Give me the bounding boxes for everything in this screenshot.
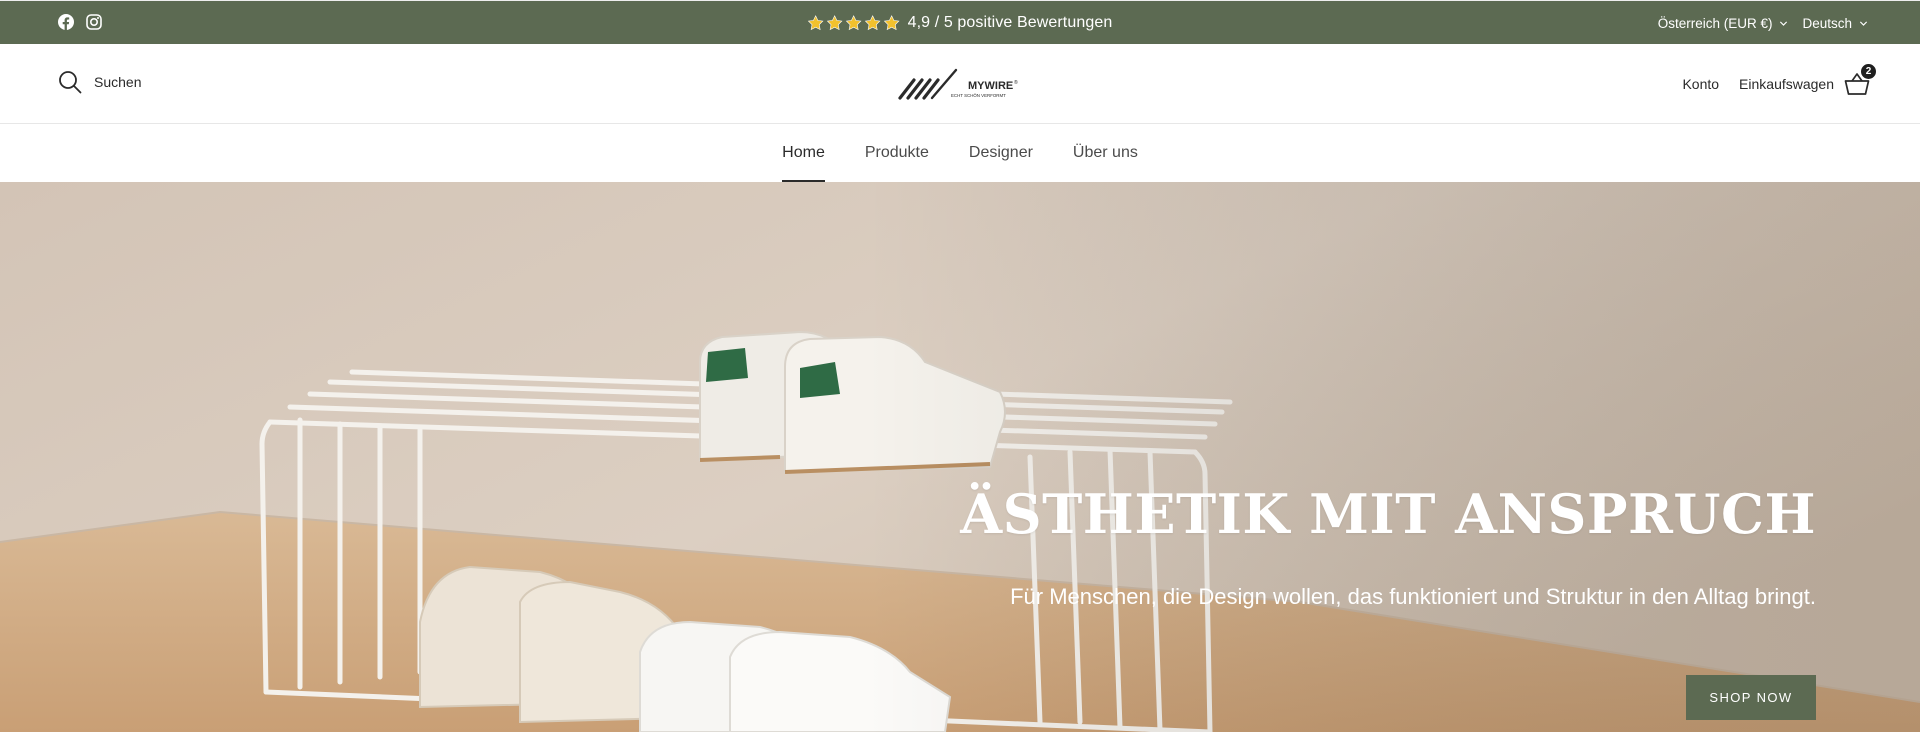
chevron-down-icon	[1859, 20, 1868, 26]
svg-text:ECHT SCHÖN VERFORMT: ECHT SCHÖN VERFORMT	[951, 93, 1006, 98]
svg-text:®: ®	[1014, 79, 1018, 86]
nav-item-home[interactable]: Home	[782, 124, 825, 182]
search-label: Suchen	[94, 74, 142, 90]
hero-title: ÄSTHETIK MIT ANSPRUCH	[960, 482, 1816, 546]
star-icon	[864, 15, 881, 31]
chevron-down-icon	[1780, 20, 1788, 26]
facebook-icon[interactable]	[58, 14, 74, 30]
logo[interactable]: MYWIRE ® ECHT SCHÖN VERFORMT	[898, 62, 1028, 106]
rating-stars	[807, 15, 900, 31]
cart-button[interactable]: Einkaufswagen 2	[1739, 64, 1876, 96]
cart-icon-wrap: 2	[1844, 64, 1876, 96]
hero-subtitle: Für Menschen, die Design wollen, das fun…	[1010, 584, 1816, 609]
announcement-bar: 4,9 / 5 positive Bewertungen Österreich …	[0, 0, 1920, 44]
search-button[interactable]: Suchen	[58, 70, 141, 94]
shop-now-button[interactable]: SHOP NOW	[1686, 675, 1816, 720]
social-links	[58, 14, 102, 30]
nav-item-designer[interactable]: Designer	[969, 124, 1033, 182]
svg-text:MYWIRE: MYWIRE	[968, 80, 1013, 92]
locale-selectors: Österreich (EUR €) Deutsch	[1658, 1, 1868, 45]
star-icon	[826, 15, 843, 31]
main-nav: Home Produkte Designer Über uns	[0, 124, 1920, 182]
nav-item-produkte[interactable]: Produkte	[865, 124, 929, 182]
country-selector[interactable]: Österreich (EUR €)	[1658, 16, 1789, 31]
header-actions: Konto Einkaufswagen 2	[1682, 44, 1876, 124]
instagram-icon[interactable]	[86, 14, 102, 30]
cart-count-badge: 2	[1861, 64, 1876, 79]
language-selector-label: Deutsch	[1802, 15, 1852, 31]
star-icon	[807, 15, 824, 31]
star-icon	[883, 15, 900, 31]
search-icon	[59, 71, 82, 94]
site-header: Suchen MYWIRE ® ECHT SCHÖN VERFORMT Kont…	[0, 44, 1920, 124]
hero-banner: ÄSTHETIK MIT ANSPRUCH Für Menschen, die …	[0, 182, 1920, 732]
mywire-logo: MYWIRE ® ECHT SCHÖN VERFORMT	[898, 68, 1018, 100]
account-link[interactable]: Konto	[1682, 76, 1719, 92]
country-selector-label: Österreich (EUR €)	[1657, 15, 1773, 31]
nav-item-ueber-uns[interactable]: Über uns	[1073, 124, 1138, 182]
cart-label: Einkaufswagen	[1739, 76, 1834, 92]
language-selector[interactable]: Deutsch	[1802, 16, 1868, 31]
rating-banner[interactable]: 4,9 / 5 positive Bewertungen	[807, 1, 1113, 45]
hero-image	[0, 182, 1920, 732]
rating-text: 4,9 / 5 positive Bewertungen	[907, 14, 1113, 31]
star-icon	[845, 15, 862, 31]
